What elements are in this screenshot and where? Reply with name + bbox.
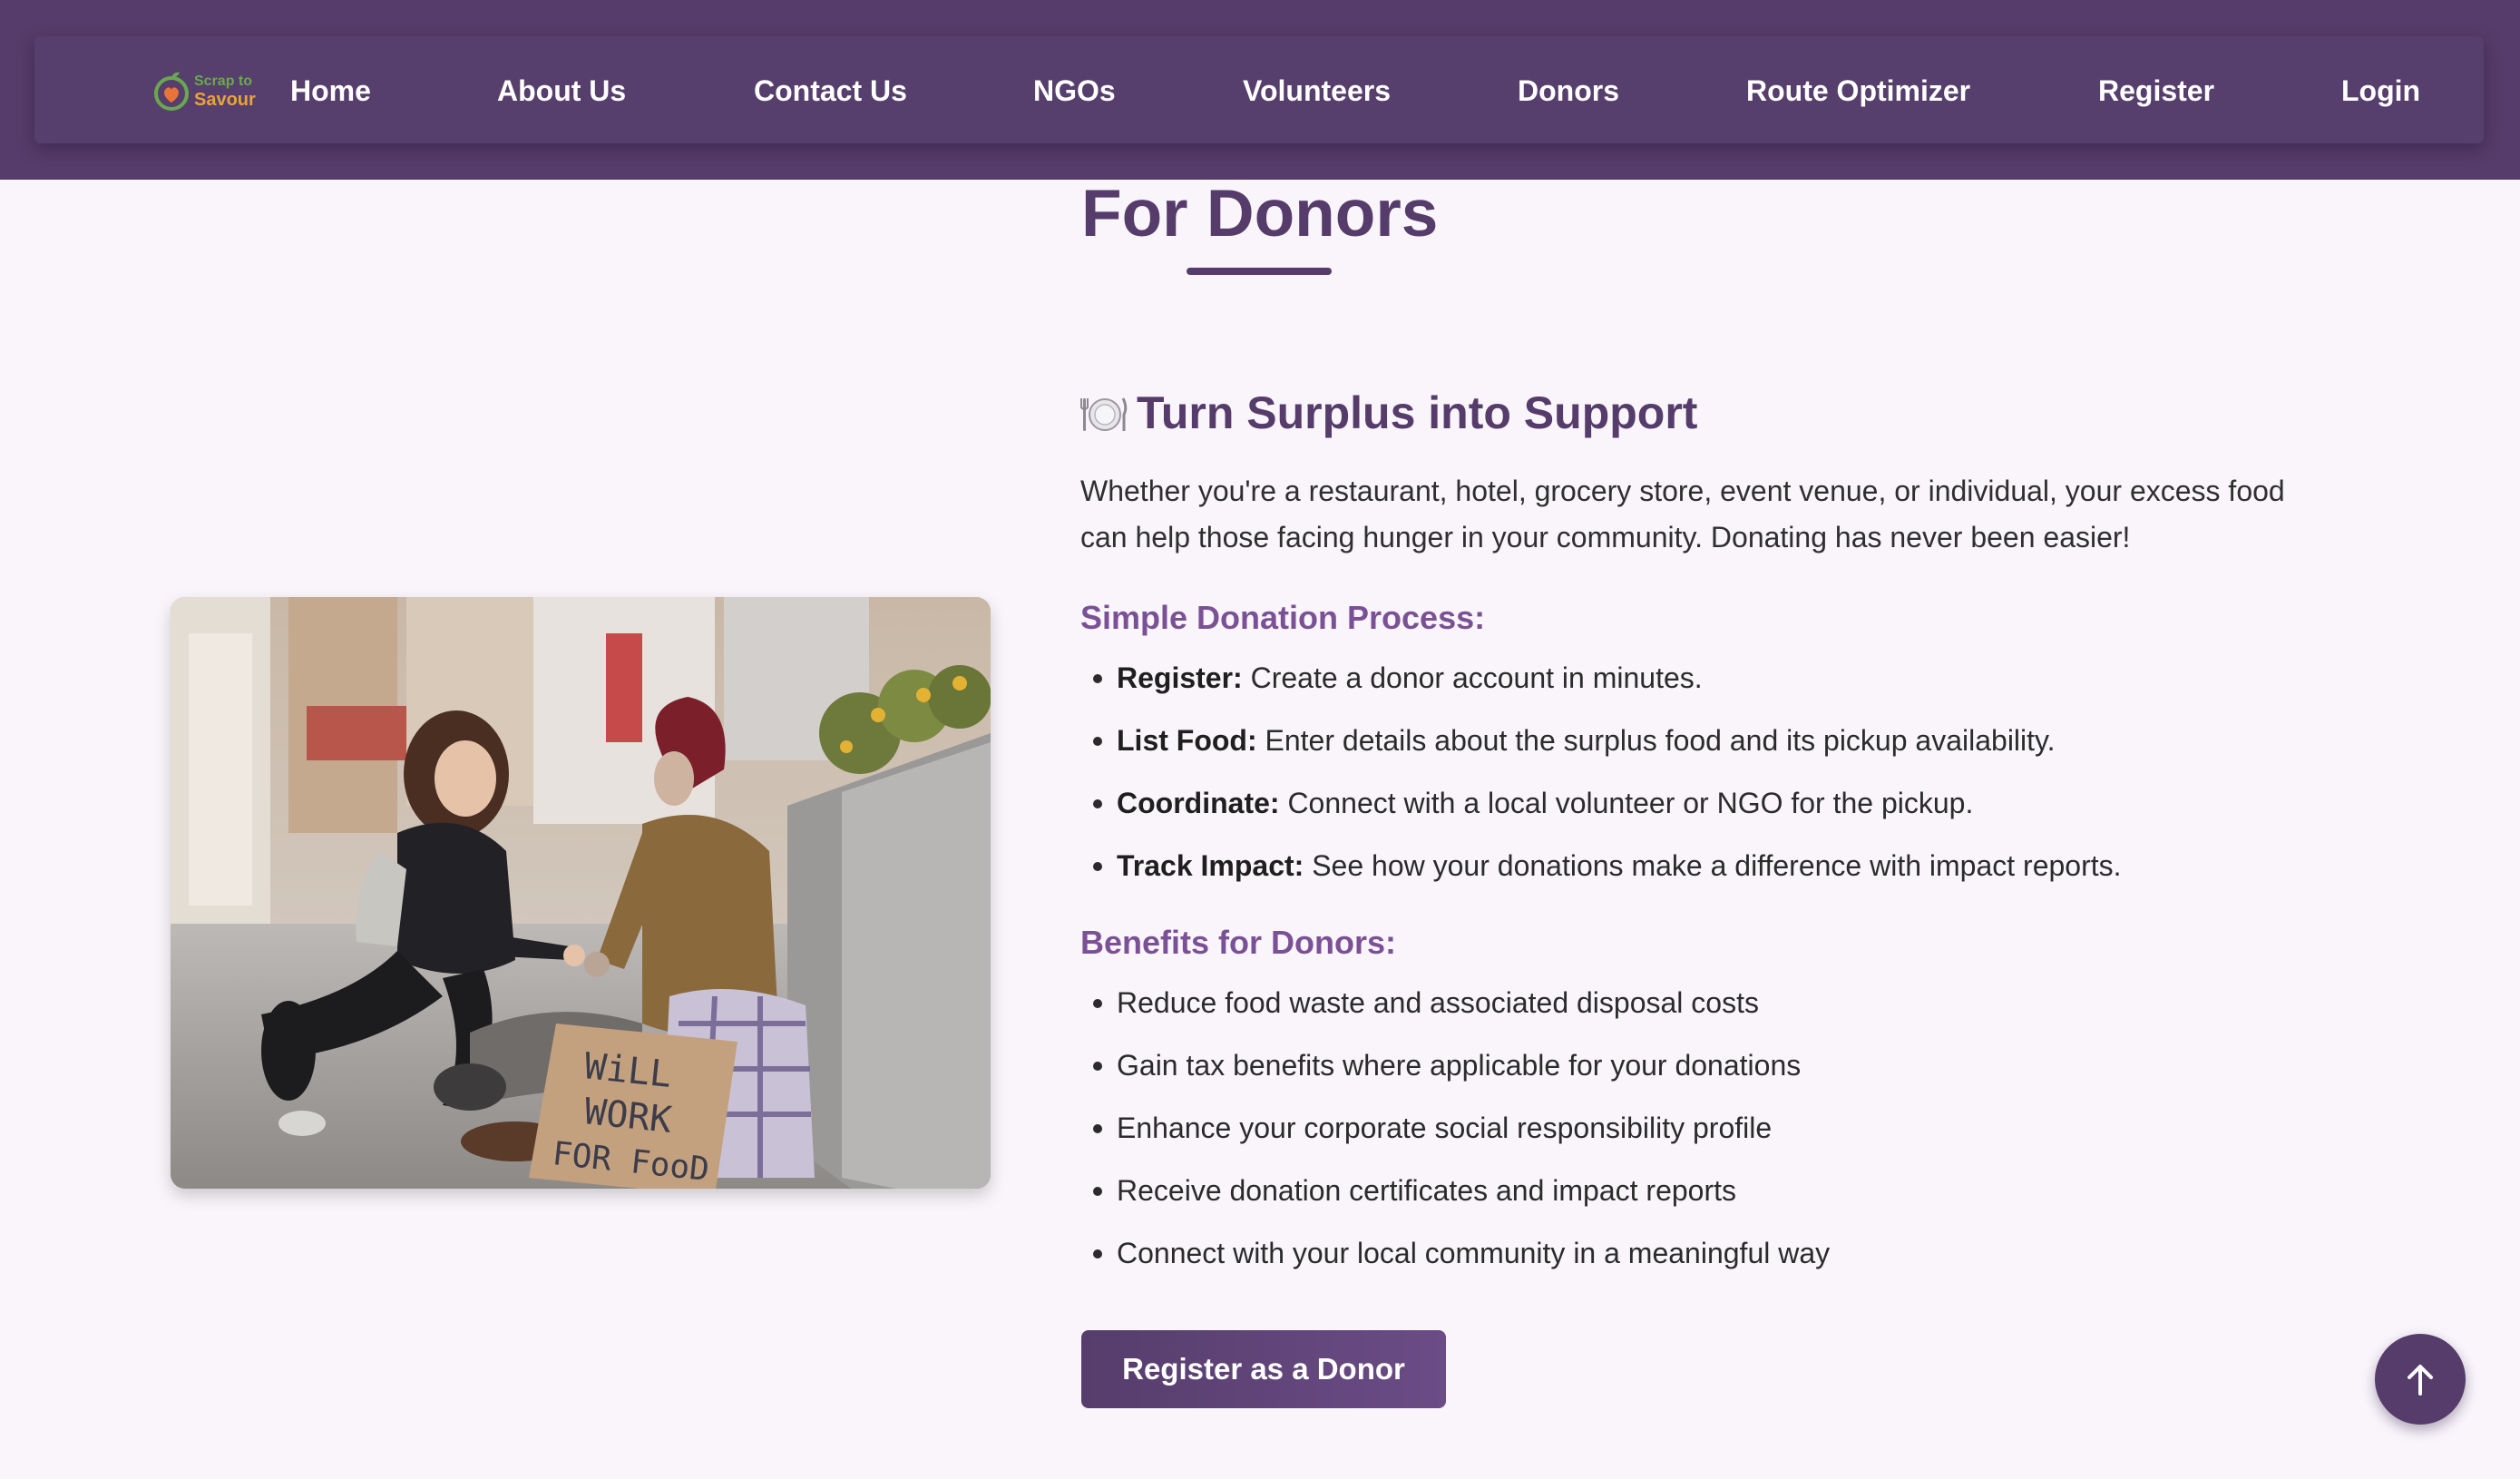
benefit-item: Receive donation certificates and impact… xyxy=(1080,1170,2350,1232)
process-text: See how your donations make a difference… xyxy=(1304,849,2122,882)
process-text: Connect with a local volunteer or NGO fo… xyxy=(1279,787,1974,819)
register-donor-button[interactable]: Register as a Donor xyxy=(1081,1330,1446,1408)
process-text: Enter details about the surplus food and… xyxy=(1256,724,2056,757)
nav-ngos[interactable]: NGOs xyxy=(1033,73,1116,109)
section-heading: Turn Surplus into Support xyxy=(1080,381,2260,445)
benefits-list: Reduce food waste and associated disposa… xyxy=(1080,982,2350,1295)
process-item: List Food: Enter details about the surpl… xyxy=(1080,720,2350,782)
header: Scrap to Savour Home About Us Contact Us… xyxy=(0,0,2520,180)
nav-volunteers[interactable]: Volunteers xyxy=(1243,73,1391,109)
process-term: Coordinate: xyxy=(1117,787,1280,819)
photo-illustration: WiLL WORK FOR FooD xyxy=(171,597,991,1189)
process-list: Register: Create a donor account in minu… xyxy=(1080,657,2350,907)
process-term: Track Impact: xyxy=(1117,849,1304,882)
process-item: Register: Create a donor account in minu… xyxy=(1080,657,2350,720)
benefit-item: Reduce food waste and associated disposa… xyxy=(1080,982,2350,1044)
logo[interactable]: Scrap to Savour xyxy=(152,65,288,116)
nav-donors[interactable]: Donors xyxy=(1518,73,1619,109)
nav-login[interactable]: Login xyxy=(2341,73,2420,109)
benefit-item: Gain tax benefits where applicable for y… xyxy=(1080,1044,2350,1107)
process-term: List Food: xyxy=(1117,724,1257,757)
logo-text: Scrap to Savour xyxy=(194,73,256,109)
nav-route-optimizer[interactable]: Route Optimizer xyxy=(1746,73,1970,109)
plate-cutlery-icon xyxy=(1080,397,1128,431)
page: Scrap to Savour Home About Us Contact Us… xyxy=(0,0,2520,1479)
intro-paragraph: Whether you're a restaurant, hotel, groc… xyxy=(1080,475,2285,553)
donation-photo: WiLL WORK FOR FooD xyxy=(171,597,991,1189)
benefits-heading: Benefits for Donors: xyxy=(1080,924,1397,961)
process-text: Create a donor account in minutes. xyxy=(1242,661,1703,694)
process-term: Register: xyxy=(1117,661,1243,694)
arrow-up-icon xyxy=(2408,1365,2433,1396)
title-underline xyxy=(1187,268,1332,275)
benefit-item: Enhance your corporate social responsibi… xyxy=(1080,1107,2350,1170)
nav-register[interactable]: Register xyxy=(2098,73,2214,109)
benefit-item: Connect with your local community in a m… xyxy=(1080,1232,2350,1295)
nav-home[interactable]: Home xyxy=(290,73,371,109)
scroll-top-button[interactable] xyxy=(2375,1334,2466,1425)
process-item: Coordinate: Connect with a local volunte… xyxy=(1080,782,2350,845)
process-heading: Simple Donation Process: xyxy=(1080,599,1486,636)
logo-line-1: Scrap to xyxy=(194,73,253,89)
logo-line-2: Savour xyxy=(194,90,256,110)
nav-about-us[interactable]: About Us xyxy=(497,73,626,109)
section-heading-text: Turn Surplus into Support xyxy=(1137,387,1698,438)
logo-icon xyxy=(154,72,189,111)
process-item: Track Impact: See how your donations mak… xyxy=(1080,845,2350,907)
nav-contact-us[interactable]: Contact Us xyxy=(754,73,907,109)
navbar: Scrap to Savour Home About Us Contact Us… xyxy=(34,36,2484,143)
page-title: For Donors xyxy=(1081,177,1439,250)
